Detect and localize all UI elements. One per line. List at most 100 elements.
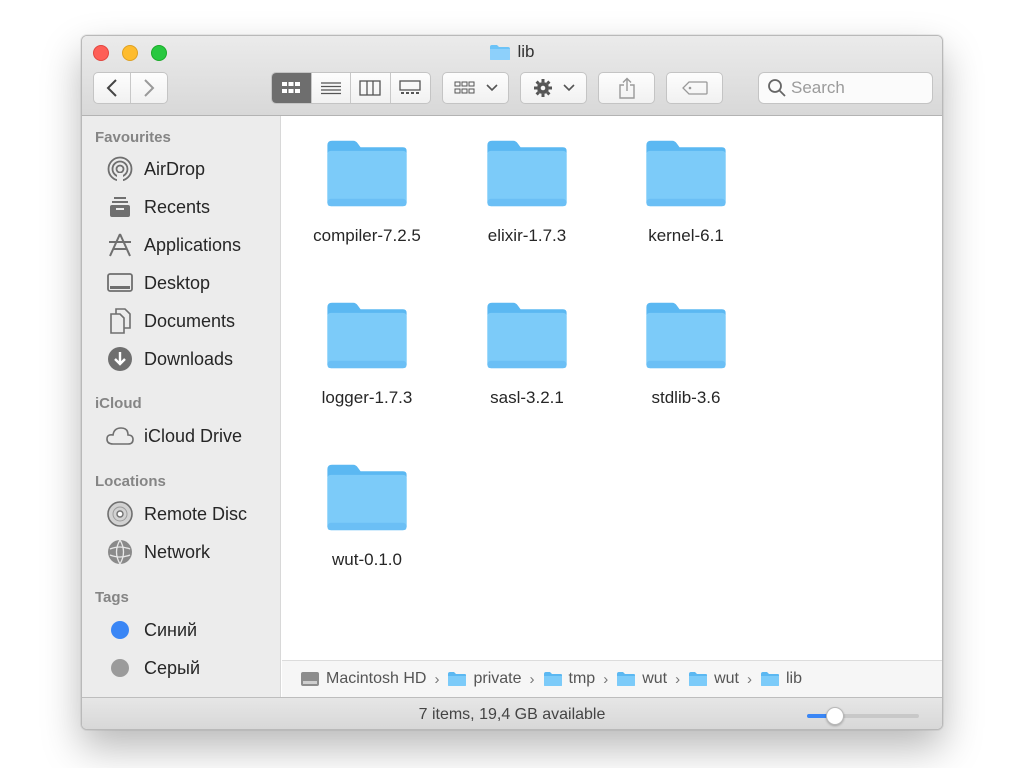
- sidebar-item-network[interactable]: Network: [106, 537, 276, 567]
- gallery-icon: [399, 80, 421, 94]
- column-view-button[interactable]: [351, 73, 391, 103]
- tag-icon: [681, 81, 708, 95]
- sidebar-item-downloads[interactable]: Downloads: [106, 344, 276, 374]
- folder-icon: [761, 672, 779, 686]
- sidebar-item-desktop[interactable]: Desktop: [106, 268, 276, 298]
- sidebar-item-label: Network: [144, 541, 211, 562]
- path-crumb-wut-inner[interactable]: wut: [688, 670, 739, 688]
- folder-item[interactable]: compiler-7.2.5: [287, 116, 447, 246]
- sidebar-section-favourites: Favourites: [95, 129, 171, 146]
- folder-icon: [487, 302, 567, 369]
- gear-icon: [533, 79, 552, 97]
- grid-icon: [282, 82, 301, 93]
- path-crumb-label: wut: [714, 670, 739, 687]
- gray-tag-dot-icon: [111, 659, 129, 677]
- slider-handle[interactable]: [826, 707, 844, 725]
- sidebar-item-label: Серый: [144, 657, 201, 678]
- path-crumb-label: tmp: [568, 670, 596, 687]
- chevron-right-icon: [144, 79, 155, 97]
- downloads-icon: [106, 345, 134, 373]
- sidebar-item-label: Desktop: [144, 272, 211, 293]
- icon-view-button[interactable]: [272, 73, 312, 103]
- columns-icon: [359, 80, 381, 96]
- forward-button[interactable]: [131, 73, 168, 103]
- folder-item[interactable]: wut-0.1.0: [287, 440, 447, 570]
- folder-icon: [490, 44, 511, 60]
- sidebar-item-label: Recents: [144, 196, 211, 217]
- sidebar-item-label: Синий: [144, 619, 198, 640]
- chevron-right-icon: ›: [603, 670, 609, 688]
- sidebar-item-airdrop[interactable]: AirDrop: [106, 154, 276, 184]
- sidebar-item-label: iCloud Drive: [144, 425, 243, 446]
- path-crumb-label: Macintosh HD: [326, 670, 427, 687]
- sidebar-item-label: Documents: [144, 310, 236, 331]
- folder-icon: [327, 302, 407, 369]
- search-field[interactable]: [758, 72, 933, 104]
- folder-item[interactable]: elixir-1.7.3: [447, 116, 607, 246]
- folder-item[interactable]: kernel-6.1: [606, 116, 766, 246]
- sidebar-section-tags: Tags: [95, 589, 129, 606]
- chevron-right-icon: ›: [529, 670, 535, 688]
- folder-icon: [327, 464, 407, 531]
- sidebar-item-tag-gray[interactable]: Серый: [106, 653, 276, 683]
- sidebar-item-icloud-drive[interactable]: iCloud Drive: [106, 421, 276, 451]
- sidebar-section-icloud: iCloud: [95, 395, 142, 412]
- disc-icon: [106, 500, 134, 528]
- navigation-buttons: [93, 72, 168, 104]
- sidebar-item-remote-disc[interactable]: Remote Disc: [106, 499, 276, 529]
- hard-drive-icon: [301, 672, 319, 686]
- folder-name: kernel-6.1: [648, 226, 724, 245]
- folder-item[interactable]: logger-1.7.3: [287, 278, 447, 408]
- path-crumb-tmp[interactable]: tmp: [543, 670, 596, 688]
- finder-window: lib Search Favourites AirDrop Recents Ap…: [81, 35, 943, 730]
- sidebar-item-documents[interactable]: Documents: [106, 306, 276, 336]
- search-icon: [768, 79, 786, 97]
- folder-icon: [689, 672, 708, 686]
- list-view-button[interactable]: [312, 73, 351, 103]
- edit-tags-button[interactable]: [666, 72, 723, 104]
- folder-icon: [448, 672, 467, 686]
- folder-icon: [646, 302, 726, 369]
- window-title: lib: [82, 42, 942, 62]
- documents-icon: [106, 307, 134, 335]
- sidebar-item-tag-blue[interactable]: Синий: [106, 615, 276, 645]
- cloud-icon: [106, 422, 134, 450]
- path-crumb-wut[interactable]: wut: [616, 670, 667, 688]
- sidebar-item-label: AirDrop: [144, 158, 206, 179]
- sidebar-section-locations: Locations: [95, 473, 166, 490]
- status-bar: 7 items, 19,4 GB available: [82, 697, 942, 729]
- group-by-button[interactable]: [442, 72, 509, 104]
- path-crumb-private[interactable]: private: [447, 670, 522, 688]
- folder-name: stdlib-3.6: [651, 388, 721, 407]
- folder-name: elixir-1.7.3: [487, 226, 567, 245]
- path-bar: Macintosh HD › private › tmp › wut › wut…: [282, 660, 942, 697]
- path-crumb-label: lib: [786, 670, 803, 687]
- path-crumb-label: private: [473, 670, 522, 687]
- folder-icon: [327, 140, 407, 207]
- view-mode-control: [271, 72, 431, 104]
- folder-icon: [487, 140, 567, 207]
- folder-item[interactable]: stdlib-3.6: [606, 278, 766, 408]
- folder-name: logger-1.7.3: [321, 388, 413, 407]
- back-button[interactable]: [94, 73, 131, 103]
- folder-name: sasl-3.2.1: [490, 388, 564, 407]
- sidebar-item-applications[interactable]: Applications: [106, 230, 276, 260]
- action-button[interactable]: [520, 72, 587, 104]
- icon-size-slider[interactable]: [807, 707, 919, 725]
- network-icon: [106, 538, 134, 566]
- sidebar: Favourites AirDrop Recents Applications …: [82, 116, 281, 697]
- group-icon: [454, 81, 474, 94]
- path-crumb-macintosh-hd[interactable]: Macintosh HD: [300, 670, 426, 688]
- sidebar-item-recents[interactable]: Recents: [106, 192, 276, 222]
- file-icon-grid: compiler-7.2.5 elixir-1.7.3 kernel-6.1 l…: [282, 116, 942, 660]
- share-button[interactable]: [598, 72, 655, 104]
- gallery-view-button[interactable]: [391, 73, 430, 103]
- chevron-right-icon: ›: [747, 670, 752, 688]
- folder-icon: [646, 140, 726, 207]
- search-input[interactable]: [791, 78, 921, 98]
- folder-item[interactable]: sasl-3.2.1: [447, 278, 607, 408]
- path-crumb-lib[interactable]: lib: [760, 670, 802, 688]
- blue-tag-dot-icon: [111, 621, 129, 639]
- recents-icon: [106, 193, 134, 221]
- titlebar: lib: [82, 36, 942, 116]
